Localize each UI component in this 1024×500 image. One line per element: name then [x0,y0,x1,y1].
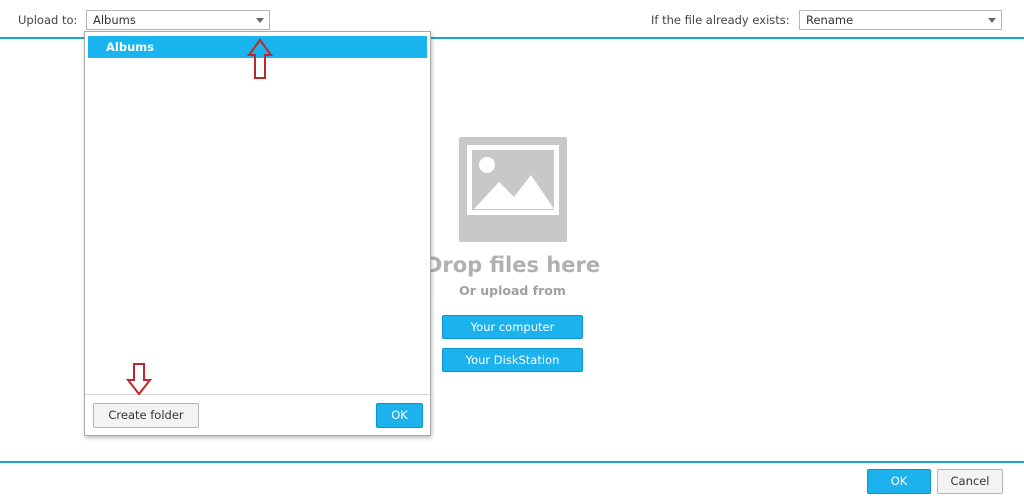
upload-from-diskstation-button[interactable]: Your DiskStation [442,348,583,372]
upload-to-label: Upload to: [18,13,78,27]
file-exists-label: If the file already exists: [651,13,790,27]
chevron-down-icon [256,18,264,23]
drop-title: Drop files here [424,253,601,277]
footer-cancel-button[interactable]: Cancel [937,469,1003,494]
upload-to-select[interactable]: Albums [86,10,270,30]
footer-ok-button[interactable]: OK [867,469,931,494]
create-folder-button[interactable]: Create folder [93,403,199,428]
file-exists-select[interactable]: Rename [799,10,1002,30]
annotation-arrow-down-icon [126,363,152,396]
upload-from-computer-button[interactable]: Your computer [442,315,583,339]
file-exists-value: Rename [806,13,854,27]
drop-subtitle: Or upload from [459,283,566,298]
dropdown-ok-button[interactable]: OK [376,403,423,428]
upload-to-value: Albums [93,13,136,27]
annotation-arrow-up-icon [247,38,273,79]
chevron-down-icon [988,18,996,23]
image-placeholder-icon [459,137,567,242]
footer-divider [0,461,1024,463]
